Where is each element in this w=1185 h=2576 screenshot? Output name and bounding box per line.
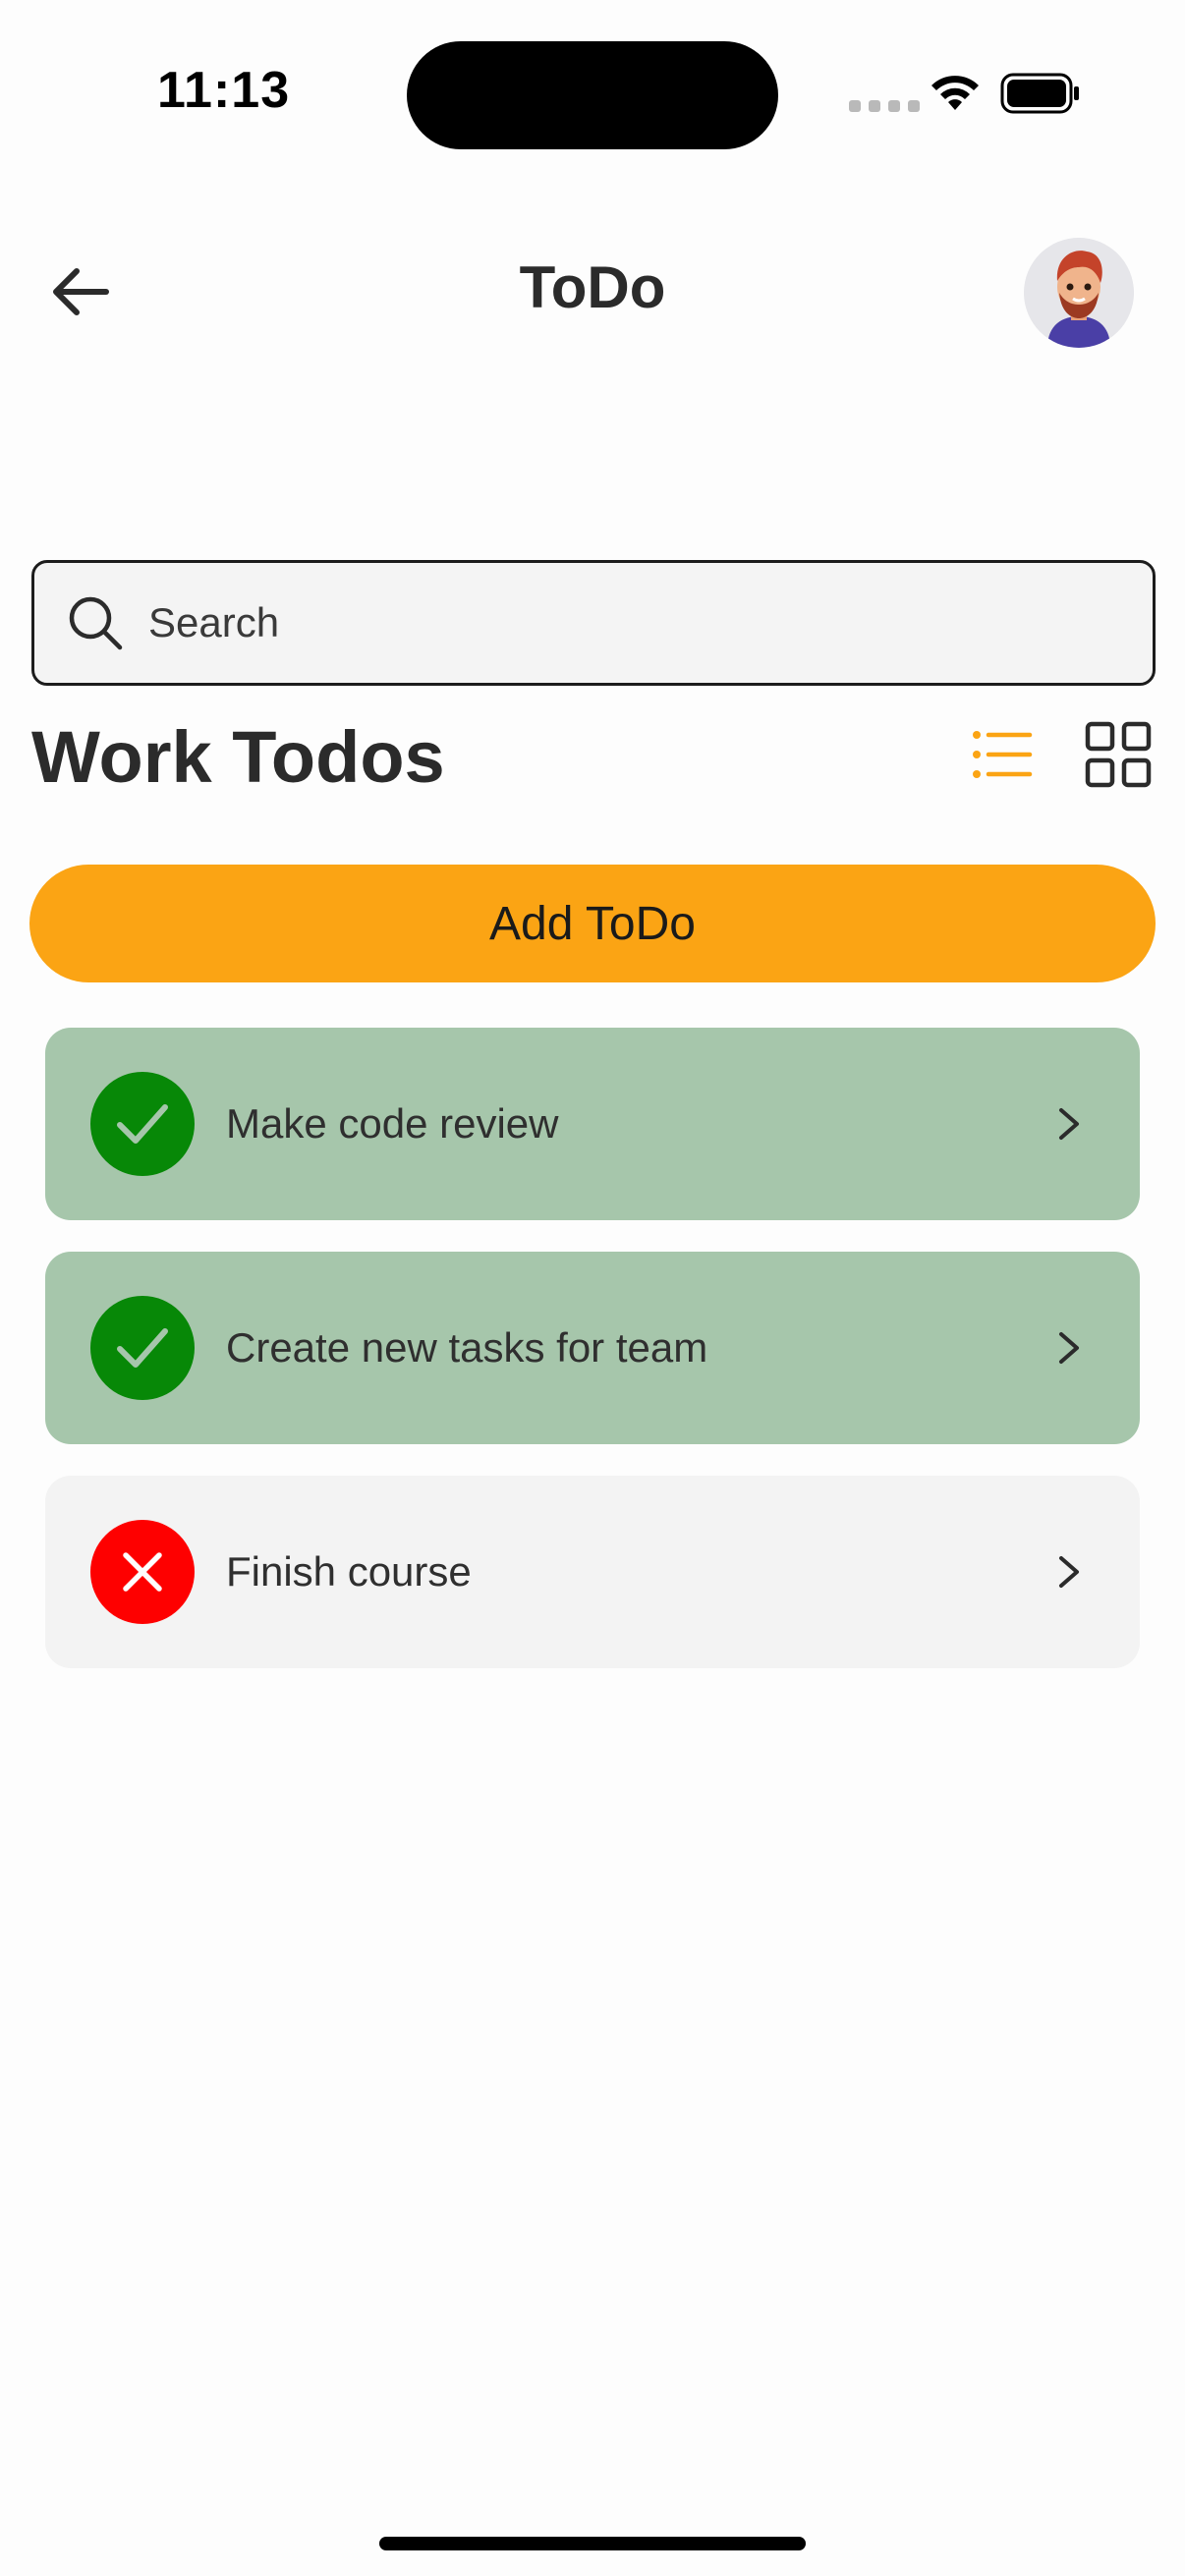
status-time: 11:13	[157, 62, 291, 119]
chevron-right-icon	[1059, 1332, 1079, 1364]
search-input[interactable]	[148, 599, 1033, 646]
todo-screen: 11:13 ToDo Search Work Todos Add ToDo Ma…	[0, 0, 1185, 2576]
cellular-signal-icon	[849, 100, 920, 112]
search-icon	[69, 596, 123, 650]
search-box[interactable]	[31, 560, 1156, 686]
section-title: Work Todos	[31, 716, 445, 798]
todo-item[interactable]: Finish course	[45, 1476, 1140, 1668]
home-indicator[interactable]	[379, 2537, 806, 2550]
add-todo-button[interactable]: Add ToDo	[29, 865, 1156, 982]
todo-list: Make code review Create new tasks for te…	[45, 1028, 1140, 1700]
dynamic-island	[407, 41, 778, 149]
chevron-right-icon	[1059, 1556, 1079, 1588]
status-pending[interactable]	[90, 1520, 195, 1624]
avatar[interactable]	[1024, 238, 1134, 348]
check-icon	[117, 1328, 168, 1368]
close-icon	[123, 1552, 162, 1592]
todo-item[interactable]: Make code review	[45, 1028, 1140, 1220]
status-done[interactable]	[90, 1296, 195, 1400]
chevron-right-icon	[1059, 1108, 1079, 1140]
todo-label: Finish course	[226, 1548, 472, 1595]
check-icon	[117, 1104, 168, 1144]
user-avatar-icon	[1024, 238, 1134, 348]
page-title: ToDo	[519, 254, 666, 320]
todo-label: Make code review	[226, 1100, 559, 1147]
wifi-icon	[931, 76, 979, 110]
todo-item[interactable]: Create new tasks for team	[45, 1252, 1140, 1444]
battery-icon	[1000, 73, 1079, 114]
grid-view-icon[interactable]	[1085, 721, 1152, 788]
todo-label: Create new tasks for team	[226, 1324, 708, 1371]
status-done[interactable]	[90, 1072, 195, 1176]
list-view-icon[interactable]	[971, 723, 1034, 786]
